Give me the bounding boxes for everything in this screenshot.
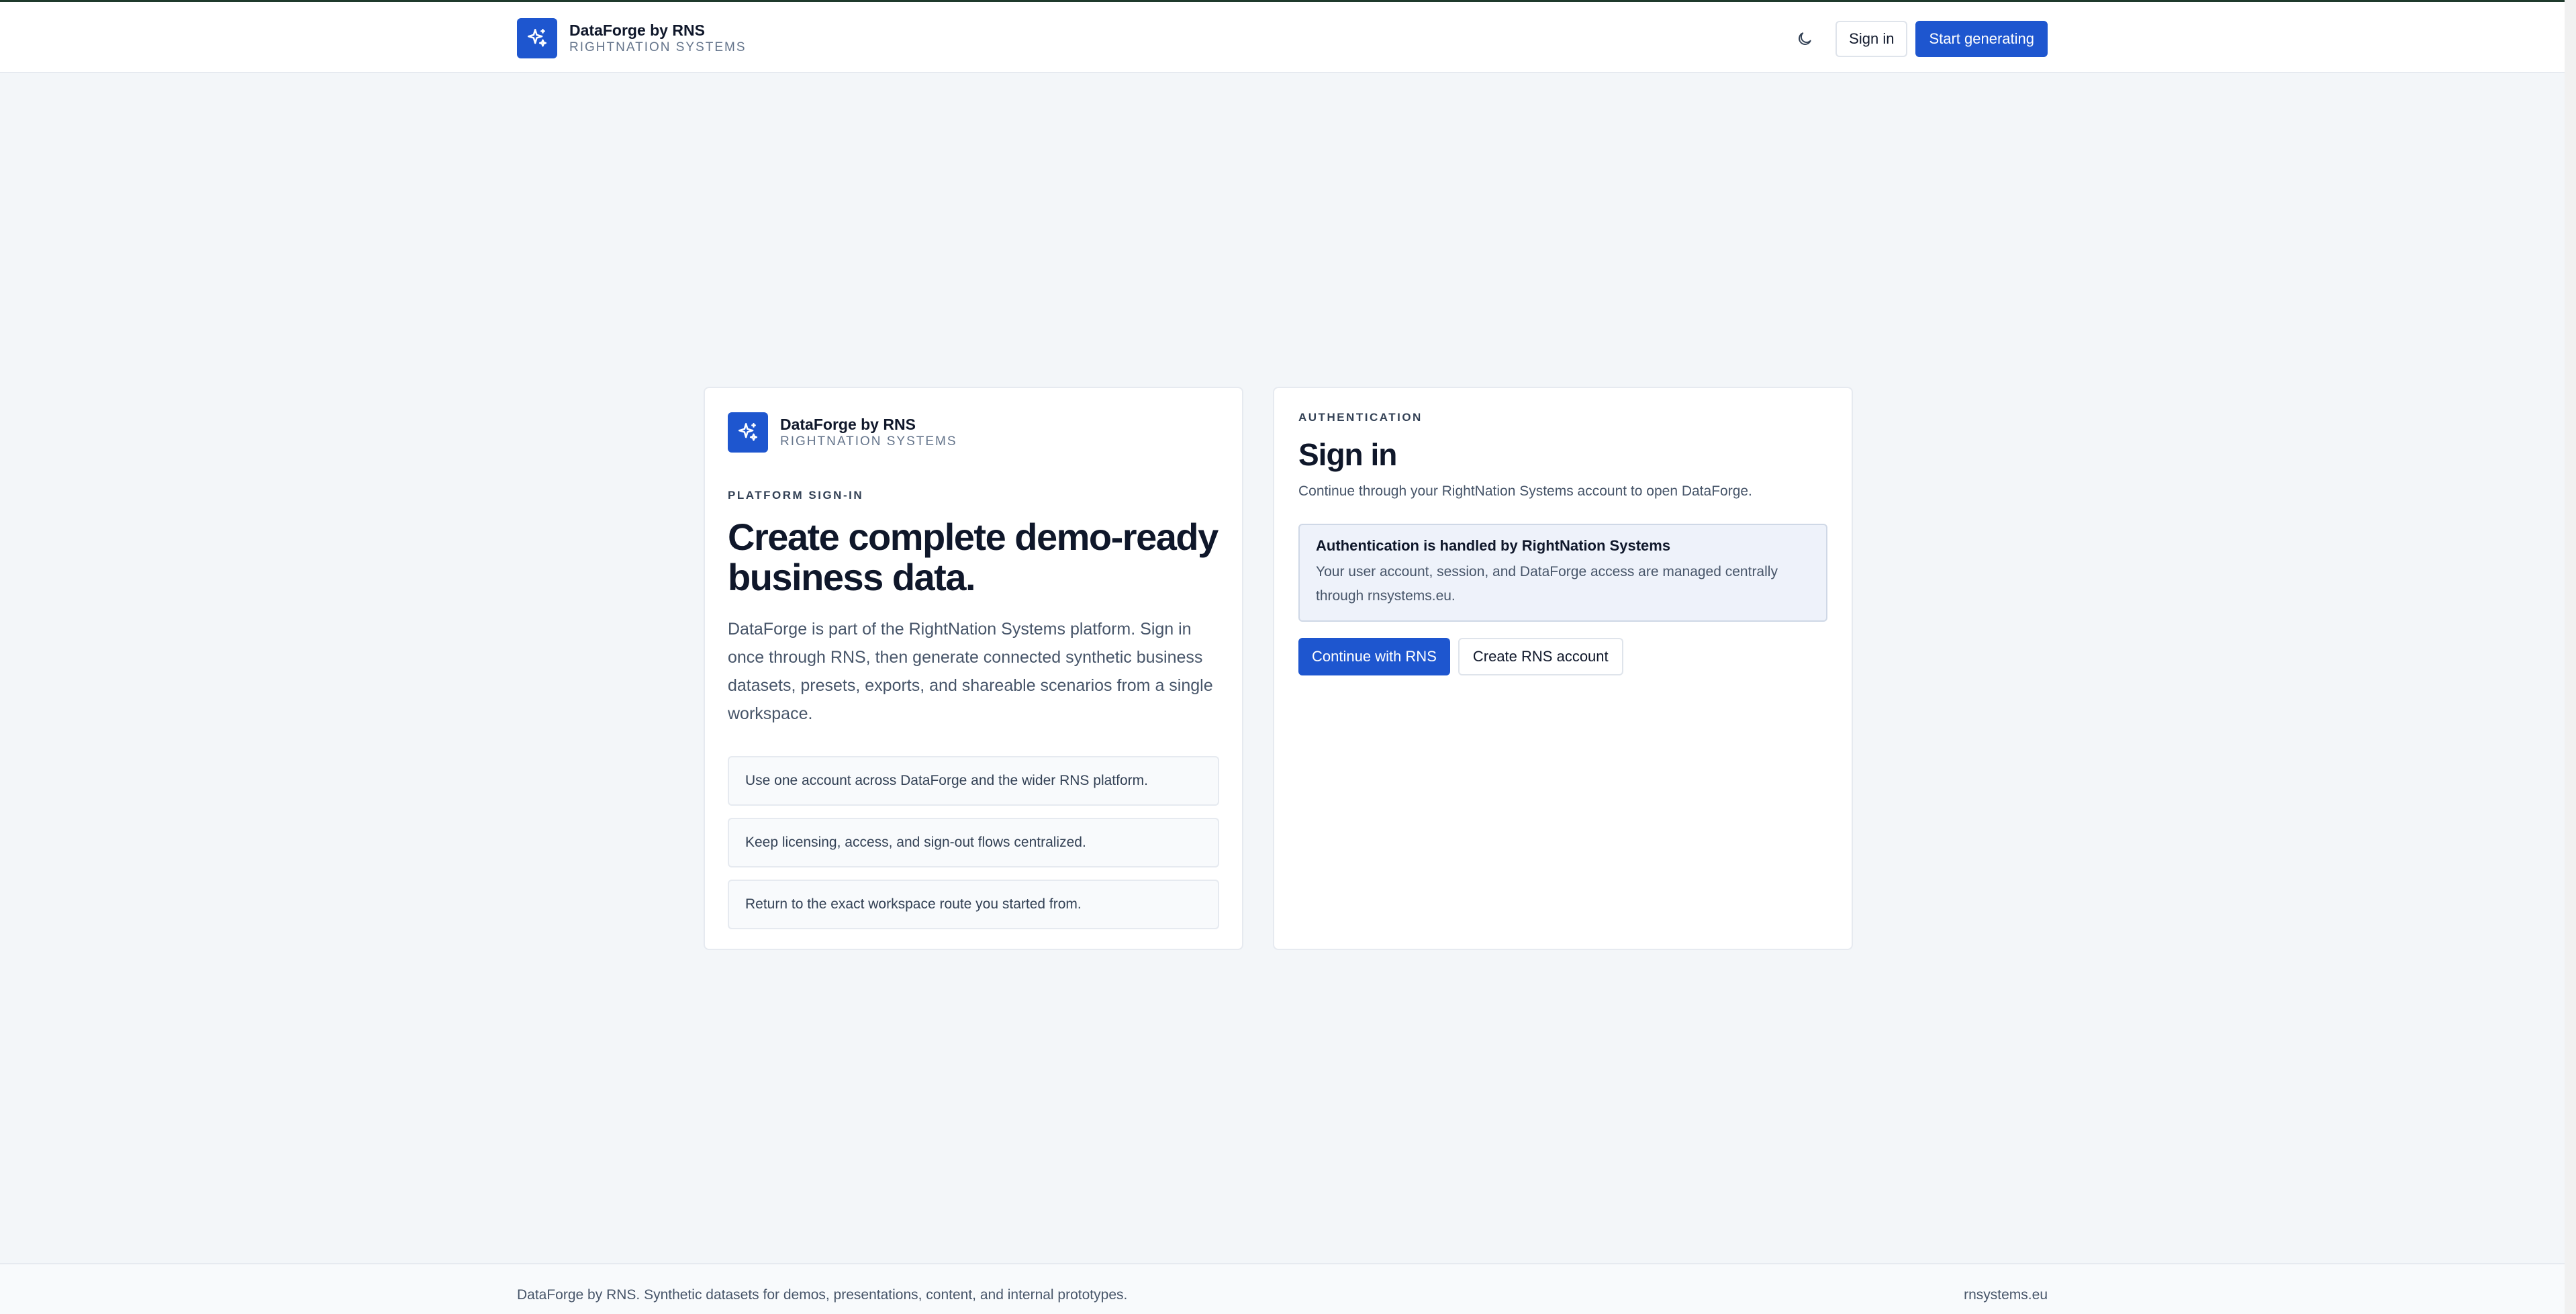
card-brand-text: DataForge by RNS RIGHTNATION SYSTEMS [780,415,957,450]
hero-title: Create complete demo-ready business data… [728,516,1219,598]
sparkle-logo-icon [728,412,768,453]
auth-eyebrow: AUTHENTICATION [1298,411,1423,424]
header-sign-in-button[interactable]: Sign in [1835,21,1908,57]
card-brand: DataForge by RNS RIGHTNATION SYSTEMS [728,412,1219,453]
sign-in-actions: Continue with RNS Create RNS account [1298,638,1827,675]
feature-list: Use one account across DataForge and the… [728,756,1219,929]
header-brand-name: DataForge by RNS [569,21,705,39]
header-brand-text: DataForge by RNS RIGHTNATION SYSTEMS [569,21,747,56]
sign-in-card: AUTHENTICATION Sign in Continue through … [1273,387,1853,950]
platform-eyebrow: PLATFORM SIGN-IN [728,489,864,502]
card-brand-subtitle: RIGHTNATION SYSTEMS [780,434,957,449]
platform-intro-card: DataForge by RNS RIGHTNATION SYSTEMS PLA… [704,387,1243,950]
auth-notice-body: Your user account, session, and DataForg… [1316,564,1778,604]
sparkle-logo-icon [517,18,557,58]
top-navbar: DataForge by RNS RIGHTNATION SYSTEMS Sig… [0,2,2565,73]
page-footer: DataForge by RNS. Synthetic datasets for… [0,1263,2565,1314]
feature-item: Use one account across DataForge and the… [728,756,1219,806]
header-actions: Sign in Start generating [1788,21,2048,57]
card-brand-name: DataForge by RNS [780,416,916,433]
sign-in-description: Continue through your RightNation System… [1298,483,1752,499]
feature-item: Keep licensing, access, and sign-out flo… [728,818,1219,867]
auth-notice-title: Authentication is handled by RightNation… [1316,537,1671,554]
create-rns-account-button[interactable]: Create RNS account [1458,638,1623,675]
header-brand[interactable]: DataForge by RNS RIGHTNATION SYSTEMS [517,18,747,58]
header-brand-subtitle: RIGHTNATION SYSTEMS [569,40,747,54]
start-generating-button[interactable]: Start generating [1915,21,2048,57]
feature-item: Return to the exact workspace route you … [728,880,1219,929]
footer-link[interactable]: rnsystems.eu [1964,1287,2048,1303]
continue-with-rns-button[interactable]: Continue with RNS [1298,638,1450,675]
scrollbar[interactable] [2565,0,2576,1314]
moon-icon [1799,32,1811,45]
theme-toggle-button[interactable] [1788,23,1821,55]
hero-description: DataForge is part of the RightNation Sys… [728,620,1213,723]
sign-in-title: Sign in [1298,437,1397,472]
footer-description: DataForge by RNS. Synthetic datasets for… [517,1287,1128,1303]
auth-notice: Authentication is handled by RightNation… [1298,524,1827,622]
